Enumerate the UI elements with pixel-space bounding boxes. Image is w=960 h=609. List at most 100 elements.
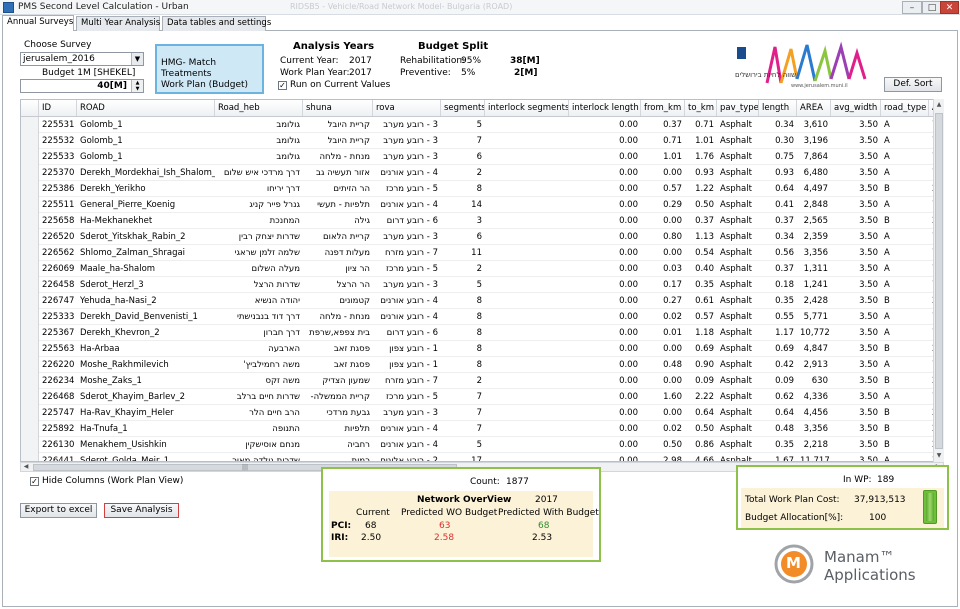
table-cell: 2	[476, 168, 482, 178]
hide-columns-checkbox[interactable]: ✓	[30, 477, 39, 486]
table-row[interactable]: 225563 Ha-Arbaa הארבעה פסגת זאב 1 - רובע צפו…	[21, 341, 943, 357]
table-cell: B	[884, 408, 890, 418]
row-header[interactable]	[21, 309, 39, 325]
column-header[interactable]: road_type	[881, 100, 929, 116]
column-header[interactable]: segments	[441, 100, 485, 116]
column-header[interactable]: length	[759, 100, 797, 116]
column-header[interactable]: avg_width	[831, 100, 881, 116]
manam-mark: M	[786, 554, 801, 572]
table-row[interactable]: 225747 Ha-Rav_Khayim_Heler הרב חיים הלר גבע…	[21, 405, 943, 421]
row-header[interactable]	[21, 181, 39, 197]
export-to-excel-button[interactable]: Export to excel	[20, 503, 97, 518]
vertical-scroll-thumb[interactable]	[935, 113, 943, 449]
tab-data-tables[interactable]: Data tables and settings	[162, 16, 271, 31]
minimize-button[interactable]: –	[902, 1, 922, 14]
table-cell: 0.54	[695, 248, 714, 258]
row-header[interactable]	[21, 213, 39, 229]
chevron-down-icon[interactable]: ▼	[131, 53, 143, 65]
column-header[interactable]: pav_type	[717, 100, 759, 116]
close-button[interactable]: ✕	[940, 1, 959, 14]
run-current-values-checkbox[interactable]: ✓	[278, 81, 287, 90]
column-header[interactable]: ID	[39, 100, 77, 116]
row-header[interactable]	[21, 437, 39, 453]
table-cell: 225386	[42, 184, 75, 194]
table-row[interactable]: 225533 Golomb_1 גולומב מנחת - מלחה 3 - רובע …	[21, 149, 943, 165]
save-analysis-button[interactable]: Save Analysis	[104, 503, 179, 518]
scroll-down-icon[interactable]: ▼	[934, 450, 944, 462]
row-header[interactable]	[21, 405, 39, 421]
row-header[interactable]	[21, 261, 39, 277]
table-row[interactable]: 226747 Yehuda_ha-Nasi_2 יהודה הנשיא קטמונים…	[21, 293, 943, 309]
table-row[interactable]: 226468 Sderot_Khayim_Barlev_2 שדרות חיים ב…	[21, 389, 943, 405]
table-row[interactable]: 225367 Derekh_Khevron_2 דרך חברון בית צפפא,…	[21, 325, 943, 341]
table-row[interactable]: 226520 Sderot_Yitskhak_Rabin_2 שדרות יצחק …	[21, 229, 943, 245]
table-row[interactable]: 225658 Ha-Mekhanekhet המחנכת גילה 6 - רובע ד…	[21, 213, 943, 229]
hmg-match-treatments-button[interactable]: HMG- Match Treatments Work Plan (Budget)	[155, 44, 264, 94]
vertical-scrollbar[interactable]: ▲ ▼	[933, 99, 944, 462]
survey-select[interactable]: jerusalem_2016 ▼	[20, 52, 144, 66]
row-header[interactable]	[21, 293, 39, 309]
table-row[interactable]: 225892 Ha-Tnufa_1 התנופה תלפיות 4 - רובע אור…	[21, 421, 943, 437]
column-header[interactable]: AREA	[797, 100, 831, 116]
table-row[interactable]: 225532 Golomb_1 גולומב קריית היובל 3 - רובע …	[21, 133, 943, 149]
table-cell: גולומב	[276, 136, 300, 146]
table-row[interactable]: 226458 Sderot_Herzl_3 שדרות הרצל הר הרצל 3 -…	[21, 277, 943, 293]
table-cell: B	[884, 184, 890, 194]
row-header[interactable]	[21, 165, 39, 181]
row-header[interactable]	[21, 277, 39, 293]
table-cell: Shlomo_Zalman_Shragai	[80, 248, 186, 258]
row-header[interactable]	[21, 357, 39, 373]
table-row[interactable]: 225531 Golomb_1 גולומב קריית היובל 3 - רובע …	[21, 117, 943, 133]
row-header[interactable]	[21, 117, 39, 133]
table-row[interactable]: 226069 Maale_ha-Shalom מעלה השלום הר ציון 5 …	[21, 261, 943, 277]
row-header[interactable]	[21, 341, 39, 357]
table-row[interactable]: 225511 General_Pierre_Koenig גנרל פייר קני…	[21, 197, 943, 213]
def-sort-button[interactable]: Def. Sort	[884, 77, 942, 92]
scroll-left-icon[interactable]: ◀	[21, 463, 31, 471]
column-header[interactable]: Road_heb	[215, 100, 303, 116]
column-header[interactable]: interlock length	[569, 100, 641, 116]
table-row[interactable]: 225370 Derekh_Mordekhai_Ish_Shalom_1 דרך מ…	[21, 165, 943, 181]
table-cell: 0.37	[663, 120, 682, 130]
column-header[interactable]: shuna	[303, 100, 373, 116]
table-row[interactable]: 226562 Shlomo_Zalman_Shragai שלמה זלמן שרא…	[21, 245, 943, 261]
column-header[interactable]: to_km	[685, 100, 717, 116]
table-cell: 225531	[42, 120, 75, 130]
table-cell: Derekh_David_Benvenisti_1	[80, 312, 198, 322]
column-header[interactable]: rova	[373, 100, 441, 116]
tab-annual-surveys[interactable]: Annual Surveys	[2, 15, 74, 31]
table-row[interactable]: 226234 Moshe_Zaks_1 משה זקס שמעון הצדיק 7 - …	[21, 373, 943, 389]
in-wp-value: 189	[877, 475, 895, 485]
table-cell: משה זקס	[265, 376, 300, 386]
row-header[interactable]	[21, 453, 39, 461]
table-row[interactable]: 226220 Moshe_Rakhmilevich משה רחמילביץ' פסג…	[21, 357, 943, 373]
table-cell: 4 - רובע אורנים	[380, 200, 438, 210]
row-header[interactable]	[21, 421, 39, 437]
column-header[interactable]: interlock segments	[485, 100, 569, 116]
row-header[interactable]	[21, 229, 39, 245]
table-row[interactable]: 225386 Derekh_Yerikho דרך יריחו הר הזיתים 5 …	[21, 181, 943, 197]
table-row[interactable]: 226441 Sderot_Golda_Meir_1 שדרות גולדה מאי…	[21, 453, 943, 462]
table-cell: Ha-Tnufa_1	[80, 424, 128, 434]
row-header[interactable]	[21, 245, 39, 261]
row-header[interactable]	[21, 325, 39, 341]
row-header[interactable]	[21, 197, 39, 213]
row-header[interactable]	[21, 149, 39, 165]
column-header[interactable]: from_km	[641, 100, 685, 116]
table-cell: 0.00	[619, 136, 638, 146]
maximize-button[interactable]: □	[922, 1, 942, 14]
scroll-up-icon[interactable]: ▲	[934, 99, 944, 111]
budget-stepper[interactable]: 40[M] ▲ ▼	[20, 79, 144, 93]
spinner-arrows-icon[interactable]: ▲ ▼	[131, 80, 143, 92]
tab-multi-year-analysis[interactable]: Multi Year Analysis	[76, 16, 160, 31]
row-header[interactable]	[21, 133, 39, 149]
table-cell: דרך דוד בנבנישתי	[236, 312, 300, 322]
row-header[interactable]	[21, 389, 39, 405]
column-header[interactable]: ROAD	[77, 100, 215, 116]
table-cell: 0.02	[663, 424, 682, 434]
table-cell: רמות	[351, 456, 370, 462]
table-cell: 0.86	[695, 440, 714, 450]
table-row[interactable]: 225333 Derekh_David_Benvenisti_1 דרך דוד ב…	[21, 309, 943, 325]
table-row[interactable]: 226130 Menakhem_Usishkin מנחם אוסישקין רחבי…	[21, 437, 943, 453]
row-header[interactable]	[21, 373, 39, 389]
